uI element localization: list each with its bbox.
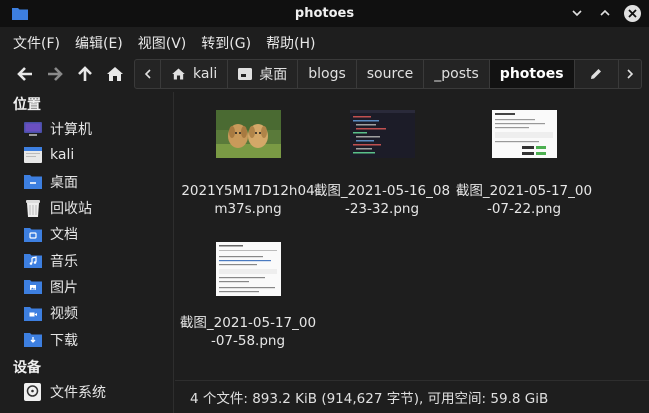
crumb-photoes[interactable]: photoes xyxy=(489,60,575,88)
sidebar-item-label: 音乐 xyxy=(50,253,78,270)
file-item[interactable]: 2021Y5M17D12h04m37s.png xyxy=(178,110,318,218)
videos-folder-icon xyxy=(23,304,42,322)
crumb-desktop[interactable]: 桌面 xyxy=(228,60,299,88)
devices-header: 设备 xyxy=(13,359,41,376)
file-item[interactable]: 截图_2021-05-17_00-07-58.png xyxy=(178,242,318,350)
sidebar-item-label: 下载 xyxy=(50,332,78,349)
file-item[interactable]: 截图_2021-05-16_08-23-32.png xyxy=(312,110,452,218)
arrow-left-icon xyxy=(17,67,32,81)
crumb-source[interactable]: source xyxy=(357,60,425,88)
home-folder-icon xyxy=(23,146,42,164)
status-bar: 4 个文件: 893.2 KiB (914,627 字节), 可用空间: 59.… xyxy=(175,380,649,413)
sidebar-item-downloads[interactable]: 下载 xyxy=(0,326,173,352)
sidebar-item-music[interactable]: 音乐 xyxy=(0,247,173,273)
trash-icon xyxy=(23,199,42,218)
arrow-right-icon xyxy=(48,67,63,81)
crumb-label: 桌面 xyxy=(259,67,288,83)
doc-screenshot-thumbnail xyxy=(491,110,557,158)
pencil-icon xyxy=(591,69,602,79)
arrow-up-icon xyxy=(78,66,92,81)
computer-icon xyxy=(23,120,42,138)
file-name: 2021Y5M17D12h04m37s.png xyxy=(181,183,315,217)
maximize-icon xyxy=(600,9,610,16)
sidebar-item-desktop[interactable]: 桌面 xyxy=(0,169,173,195)
crumb-label: kali xyxy=(193,66,218,82)
sidebar-item-label: kali xyxy=(50,147,75,164)
crumb-posts[interactable]: _posts xyxy=(424,60,490,88)
sidebar-item-filesystem[interactable]: 文件系统 xyxy=(0,379,173,405)
minimize-icon xyxy=(572,10,582,17)
minimize-button[interactable] xyxy=(568,4,586,22)
maximize-button[interactable] xyxy=(596,4,614,22)
sidebar-item-computer[interactable]: 计算机 xyxy=(0,116,173,142)
home-icon xyxy=(172,68,185,80)
sidebar: 位置 计算机 kali 桌面 回收站 文档 音乐 图片 视频 下载 设备 文件系… xyxy=(0,92,174,413)
downloads-folder-icon xyxy=(23,331,42,349)
doc-screenshot-thumbnail xyxy=(215,242,281,296)
desktop-folder-icon xyxy=(23,173,42,191)
menu-file[interactable]: 文件(F) xyxy=(13,33,60,53)
filesystem-icon xyxy=(23,382,42,401)
menu-edit[interactable]: 编辑(E) xyxy=(75,33,123,53)
chevron-left-icon xyxy=(144,69,151,79)
up-button[interactable] xyxy=(70,59,100,89)
folder-icon xyxy=(12,8,28,20)
chevron-right-icon xyxy=(626,69,633,79)
crumb-blogs[interactable]: blogs xyxy=(298,60,357,88)
menu-help[interactable]: 帮助(H) xyxy=(266,33,315,53)
sidebar-item-label: 计算机 xyxy=(50,122,92,139)
code-screenshot-thumbnail xyxy=(349,110,415,158)
desktop-icon xyxy=(238,68,253,80)
sidebar-item-documents[interactable]: 文档 xyxy=(0,221,173,247)
places-header: 位置 xyxy=(13,97,41,113)
toolbar: kali 桌面 blogs source _posts photoes xyxy=(0,58,649,90)
sidebar-item-kali[interactable]: kali xyxy=(0,142,173,168)
documents-folder-icon xyxy=(23,225,42,243)
path-scroll-left-button[interactable] xyxy=(135,60,161,88)
path-bar: kali 桌面 blogs source _posts photoes xyxy=(134,59,642,89)
home-icon xyxy=(107,67,123,81)
crumb-label: source xyxy=(366,66,414,82)
crumb-kali[interactable]: kali xyxy=(161,60,229,88)
music-folder-icon xyxy=(23,252,42,270)
title-bar: photoes xyxy=(0,0,649,27)
crumb-label: photoes xyxy=(499,66,564,82)
file-view: 2021Y5M17D12h04m37s.png 截图_2021-05-16_08… xyxy=(175,92,649,378)
sidebar-item-label: 图片 xyxy=(50,279,78,296)
back-button[interactable] xyxy=(10,59,40,89)
file-item[interactable]: 截图_2021-05-17_00-07-22.png xyxy=(454,110,594,218)
forward-button[interactable] xyxy=(40,59,70,89)
menu-go[interactable]: 转到(G) xyxy=(201,33,251,53)
file-name: 截图_2021-05-17_00-07-58.png xyxy=(179,315,317,349)
status-text: 4 个文件: 893.2 KiB (914,627 字节), 可用空间: 59.… xyxy=(190,391,549,407)
sidebar-item-label: 视频 xyxy=(50,306,78,323)
crumb-label: _posts xyxy=(434,66,479,82)
crumb-label: blogs xyxy=(308,66,346,82)
pictures-folder-icon xyxy=(23,278,42,296)
sidebar-item-label: 桌面 xyxy=(50,174,78,191)
menu-bar: 文件(F) 编辑(E) 视图(V) 转到(G) 帮助(H) xyxy=(0,28,649,58)
close-icon xyxy=(628,8,637,18)
sidebar-item-label: 文档 xyxy=(50,227,78,244)
window-title: photoes xyxy=(294,6,355,21)
sidebar-item-trash[interactable]: 回收站 xyxy=(0,195,173,221)
sidebar-item-label: 文件系统 xyxy=(50,384,106,401)
file-name: 截图_2021-05-16_08-23-32.png xyxy=(313,183,451,217)
close-button[interactable] xyxy=(624,4,641,22)
menu-view[interactable]: 视图(V) xyxy=(138,33,187,53)
sidebar-item-pictures[interactable]: 图片 xyxy=(0,274,173,300)
path-scroll-right-button[interactable] xyxy=(619,60,641,88)
edit-path-button[interactable] xyxy=(575,60,619,88)
dogs-photo-thumbnail xyxy=(215,110,281,158)
file-name: 截图_2021-05-17_00-07-22.png xyxy=(455,183,593,217)
sidebar-item-label: 回收站 xyxy=(50,201,92,218)
home-button[interactable] xyxy=(100,59,130,89)
sidebar-item-videos[interactable]: 视频 xyxy=(0,300,173,326)
